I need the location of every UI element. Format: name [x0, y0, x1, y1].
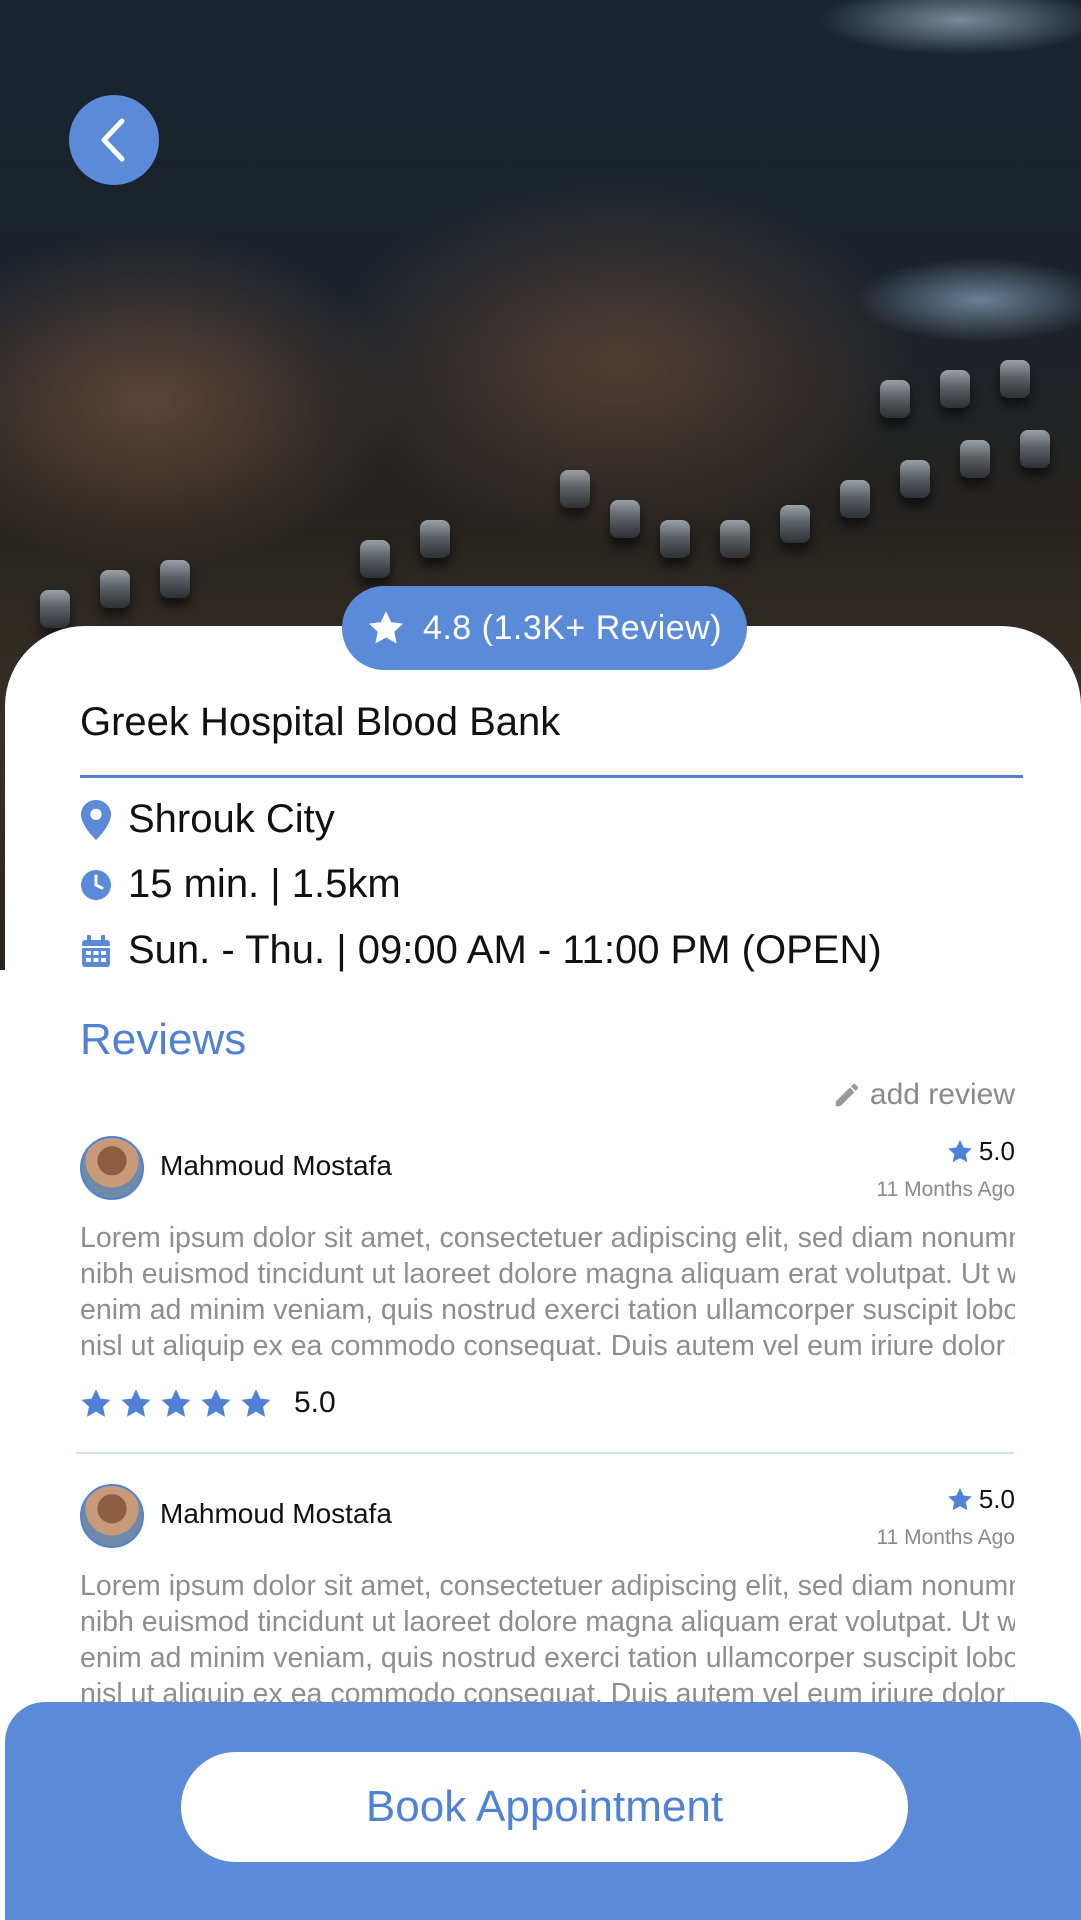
avatar [80, 1136, 144, 1200]
rating-count: (1.3K+ Review) [481, 608, 723, 647]
chevron-left-icon [101, 118, 125, 162]
review-text: Lorem ipsum dolor sit amet, consectetuer… [80, 1220, 1015, 1364]
star-icon [161, 1388, 191, 1417]
review-score: 5.0 [947, 1484, 1015, 1515]
reviewer-name: Mahmoud Mostafa [160, 1498, 392, 1529]
place-title: Greek Hospital Blood Bank [80, 700, 561, 744]
star-icon [948, 1139, 972, 1163]
review-text-line: enim ad minim veniam, quis nostrud exerc… [80, 1642, 1015, 1674]
reviews-heading: Reviews [80, 1015, 247, 1064]
star-icon [948, 1487, 972, 1511]
review-item: Mahmoud Mostafa 5.0 11 Months Ago Lorem … [80, 1136, 1015, 1436]
review-date: 11 Months Ago [876, 1178, 1015, 1201]
review-score: 5.0 [947, 1136, 1015, 1167]
distance-text: 15 min. | 1.5km [128, 862, 401, 906]
back-button[interactable] [69, 95, 159, 185]
reviewer-name: Mahmoud Mostafa [160, 1150, 392, 1181]
map-pin-icon [80, 799, 112, 840]
review-item: Mahmoud Mostafa 5.0 11 Months Ago Lorem … [80, 1484, 1015, 1702]
star-icon [368, 611, 404, 644]
star-icon [241, 1388, 271, 1417]
location-row: Shrouk City [80, 797, 335, 842]
review-text: Lorem ipsum dolor sit amet, consectetuer… [80, 1568, 1015, 1702]
distance-row: 15 min. | 1.5km [80, 862, 401, 907]
review-text-line: nibh euismod tincidunt ut laoreet dolore… [80, 1606, 1015, 1638]
pencil-icon [835, 1083, 859, 1107]
review-text-line: nisl ut aliquip ex ea commodo consequat.… [80, 1330, 1015, 1362]
hours-row: Sun. - Thu. | 09:00 AM - 11:00 PM (OPEN) [80, 928, 882, 973]
title-divider [80, 775, 1023, 778]
review-divider [76, 1452, 1014, 1454]
calendar-icon [80, 931, 112, 971]
avatar [80, 1484, 144, 1548]
review-text-line: nisl ut aliquip ex ea commodo consequat.… [80, 1678, 1015, 1702]
review-text-line: Lorem ipsum dolor sit amet, consectetuer… [80, 1570, 1015, 1602]
add-review-label: add review [869, 1078, 1015, 1111]
hours-text: Sun. - Thu. | 09:00 AM - 11:00 PM (OPEN) [128, 928, 882, 972]
star-icon [81, 1388, 111, 1417]
clock-icon [80, 865, 112, 905]
add-review-button[interactable]: add review [832, 1078, 1015, 1112]
review-text-line: enim ad minim veniam, quis nostrud exerc… [80, 1294, 1015, 1326]
review-text-line: Lorem ipsum dolor sit amet, consectetuer… [80, 1222, 1015, 1254]
review-text-line: nibh euismod tincidunt ut laoreet dolore… [80, 1258, 1015, 1290]
rating-badge: 4.8 (1.3K+ Review) [342, 586, 747, 670]
book-appointment-button[interactable]: Book Appointment [181, 1752, 908, 1862]
review-score-value: 5.0 [978, 1484, 1015, 1514]
review-date: 11 Months Ago [876, 1526, 1015, 1549]
star-icon [121, 1388, 151, 1417]
review-stars: 5.0 [80, 1386, 336, 1420]
stars-value: 5.0 [294, 1386, 336, 1419]
location-text: Shrouk City [128, 797, 335, 841]
rating-value: 4.8 [422, 608, 472, 647]
review-score-value: 5.0 [978, 1136, 1015, 1166]
star-icon [201, 1388, 231, 1417]
